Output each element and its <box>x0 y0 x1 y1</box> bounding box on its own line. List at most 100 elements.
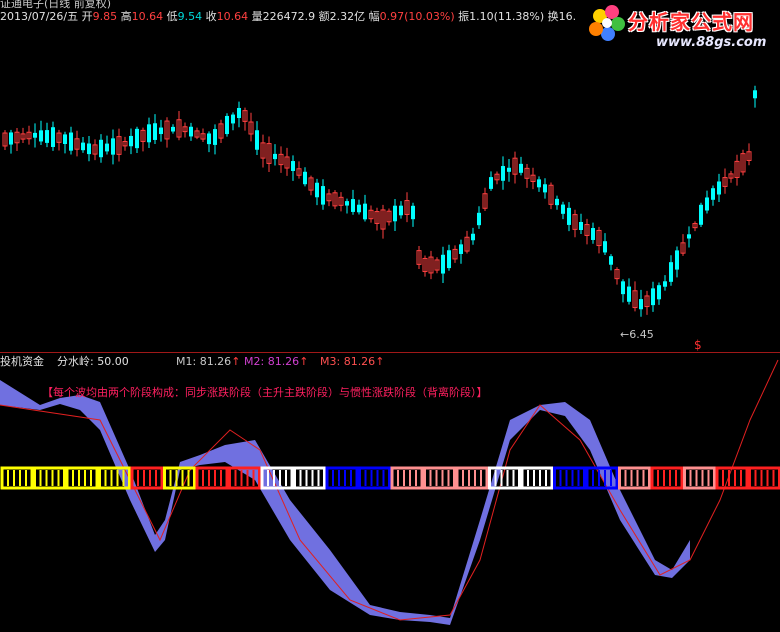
indicator-param: 分水岭: 50.00 <box>57 355 129 368</box>
quote-label: 量 <box>248 10 263 23</box>
phase-stripe <box>553 466 586 490</box>
phase-stripe <box>163 466 196 490</box>
quote-bar: 2013/07/26/五 开9.85 高10.64 低9.54 收10.64 量… <box>0 11 576 23</box>
candle <box>135 126 139 154</box>
phase-stripe <box>455 466 489 490</box>
candle <box>428 250 434 280</box>
phase-stripe <box>65 466 99 490</box>
phase-stripe-row <box>0 466 780 490</box>
candle <box>482 187 488 212</box>
low-price-marker: ←6.45 <box>620 328 654 341</box>
candle <box>734 154 740 186</box>
candle <box>26 125 32 145</box>
candle <box>548 182 554 210</box>
quote-value: 9.54 <box>177 10 203 23</box>
quote-label: 开 <box>81 10 93 23</box>
candle <box>291 155 295 181</box>
chart-title: 证通电子(日线 前复权) <box>0 0 112 10</box>
candle <box>20 127 26 143</box>
candle <box>477 206 481 229</box>
candle <box>63 131 67 154</box>
candle <box>746 143 752 166</box>
candle <box>176 111 182 141</box>
phase-stripe <box>748 466 780 490</box>
momentum-line <box>0 359 779 621</box>
phase-stripe <box>228 466 261 490</box>
quote-label: 额 <box>315 10 330 23</box>
candle <box>129 128 133 155</box>
candle <box>260 134 266 168</box>
panel-divider[interactable] <box>0 352 780 353</box>
phase-stripe <box>130 466 164 490</box>
phase-stripe <box>98 466 131 490</box>
candle <box>543 178 547 199</box>
candle <box>567 202 571 232</box>
candle <box>591 222 595 244</box>
candle <box>92 139 98 161</box>
candle <box>663 275 667 291</box>
candle <box>434 257 440 274</box>
phase-stripe <box>33 466 66 490</box>
phase-stripe <box>520 466 554 490</box>
candle <box>326 189 332 207</box>
flower-icon <box>589 5 625 41</box>
candle <box>621 279 625 303</box>
candle <box>687 226 691 248</box>
quote-label: 收 <box>202 10 217 23</box>
candle <box>255 121 259 156</box>
stock-chart-window: 证通电子(日线 前复权) 2013/07/26/五 开9.85 高10.64 低… <box>0 0 780 632</box>
candle <box>321 179 325 210</box>
candle <box>753 85 757 108</box>
candle <box>609 254 613 271</box>
phase-stripe <box>293 466 326 490</box>
quote-item-0: 开9.85 <box>82 10 118 23</box>
candle <box>579 213 583 235</box>
candle <box>194 127 200 140</box>
indicator-m2: M2: 81.26↑ <box>244 356 308 368</box>
phase-stripe <box>488 466 521 490</box>
candle <box>237 101 241 128</box>
candle <box>87 136 91 162</box>
m3-arrow: ↑ <box>375 355 385 368</box>
quote-item-5: 额2.32亿 <box>315 10 366 23</box>
candle <box>171 124 175 134</box>
candle <box>572 209 578 238</box>
m2-value: M2: 81.26 <box>244 355 300 368</box>
phase-stripe <box>390 466 424 490</box>
phase-stripe <box>358 466 391 490</box>
candle <box>140 127 146 152</box>
candle <box>530 167 536 190</box>
candle <box>14 127 20 152</box>
candle <box>116 128 122 162</box>
candle <box>740 149 746 176</box>
candle <box>278 146 284 173</box>
candle <box>99 134 103 163</box>
candle <box>303 167 307 187</box>
candle <box>512 151 518 184</box>
candle <box>380 204 386 239</box>
candle <box>614 267 620 285</box>
candle <box>416 245 422 270</box>
candle <box>452 245 458 263</box>
candle <box>639 289 643 317</box>
candle <box>273 144 277 166</box>
candle <box>722 168 728 194</box>
candle <box>411 202 415 227</box>
logo-brand: 分析家公式网 <box>628 10 754 34</box>
candle <box>9 129 13 154</box>
candle <box>207 131 211 153</box>
candle <box>507 159 511 182</box>
candle <box>519 156 523 176</box>
quote-item-3: 收10.64 <box>202 10 249 23</box>
quote-value: 16. <box>558 10 577 23</box>
candle <box>680 234 686 256</box>
candle <box>555 195 559 210</box>
candle <box>393 199 397 232</box>
candle <box>147 117 151 149</box>
candle <box>45 122 49 148</box>
candle <box>39 120 43 145</box>
candle <box>692 221 698 232</box>
candle <box>363 194 367 222</box>
candle <box>471 227 475 245</box>
m1-value: M1: 81.26 <box>176 355 232 368</box>
